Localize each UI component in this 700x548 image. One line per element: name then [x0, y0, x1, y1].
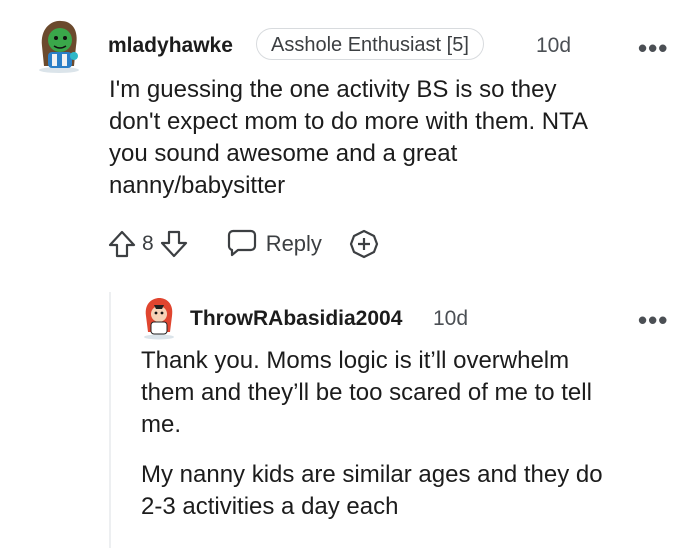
comment-body: I'm guessing the one activity BS is so t… — [109, 74, 588, 202]
reply-body-line: 2-3 activities a day each — [141, 493, 399, 520]
comment-username[interactable]: mladyhawke — [108, 34, 233, 58]
comment-body-line: I'm guessing the one activity BS is so t… — [109, 76, 557, 103]
speech-bubble-icon — [226, 226, 258, 263]
reply-more-options-icon[interactable]: ••• — [638, 307, 668, 333]
reply-button[interactable]: Reply — [226, 226, 322, 263]
reply-body-line: Thank you. Moms logic is it’ll overwhelm — [141, 347, 570, 374]
reply-user-avatar[interactable] — [140, 296, 178, 340]
user-flair: Asshole Enthusiast [5] — [256, 28, 484, 60]
comment-timestamp[interactable]: 10d — [536, 34, 571, 58]
more-options-icon[interactable]: ••• — [638, 35, 668, 61]
comment-body-line: you sound awesome and a great — [109, 140, 458, 167]
comment-actions: 8 Reply — [106, 226, 380, 262]
reply-body-paragraph-2: My nanny kids are similar ages and they … — [141, 459, 603, 523]
reply-body-paragraph-1: Thank you. Moms logic is it’ll overwhelm… — [141, 345, 592, 441]
vote-count: 8 — [142, 232, 154, 255]
comment-body-line: nanny/babysitter — [109, 172, 286, 199]
award-plus-icon[interactable] — [348, 228, 380, 260]
reply-body-line: me. — [141, 411, 182, 438]
reply-body-line: them and they’ll be too scared of me to … — [141, 379, 592, 406]
user-avatar[interactable] — [34, 16, 84, 74]
downvote-icon[interactable] — [158, 228, 190, 260]
reply-body-line: My nanny kids are similar ages and they … — [141, 461, 603, 488]
reply-username[interactable]: ThrowRAbasidia2004 — [190, 307, 402, 331]
thread-line[interactable] — [109, 292, 111, 548]
reply-timestamp[interactable]: 10d — [433, 307, 468, 331]
upvote-icon[interactable] — [106, 228, 138, 260]
comment-body-line: don't expect mom to do more with them. N… — [109, 108, 588, 135]
reply-label: Reply — [265, 231, 322, 256]
